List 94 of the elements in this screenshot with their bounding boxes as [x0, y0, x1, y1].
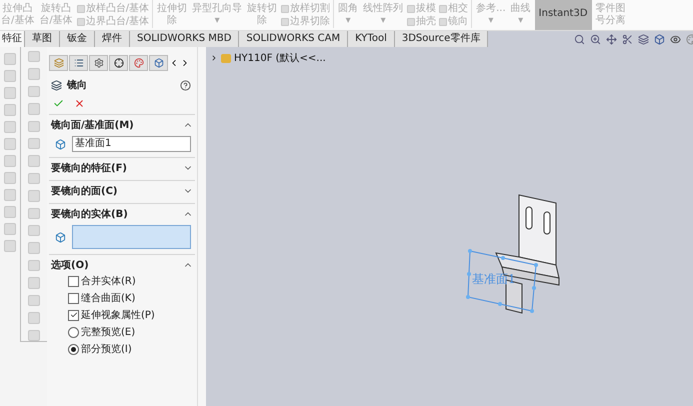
- toolbar-icon[interactable]: [4, 87, 16, 99]
- toolbar-icon[interactable]: [28, 208, 40, 220]
- check-icon: [70, 311, 78, 319]
- radio-button[interactable]: [68, 326, 79, 338]
- toolbar-icon[interactable]: [28, 294, 40, 306]
- toolbar-icon[interactable]: [28, 260, 40, 272]
- palette-icon: [134, 58, 144, 68]
- toolbar-icon[interactable]: [4, 155, 16, 167]
- ribbon-button[interactable]: 拉伸凸 台/基体: [0, 0, 36, 30]
- ribbon-button[interactable]: 边界凸台/基体: [76, 16, 150, 28]
- config-tab[interactable]: [89, 55, 108, 71]
- ribbon-button[interactable]: 抽壳: [407, 16, 436, 28]
- tree-item[interactable]: HY110F (默认<<...: [234, 51, 326, 65]
- checkbox[interactable]: [68, 276, 79, 286]
- expand-icon[interactable]: [210, 54, 218, 62]
- toolbar-icon[interactable]: [4, 138, 16, 150]
- toolbar-icon[interactable]: [4, 121, 16, 133]
- ribbon-button[interactable]: 旋转切 除: [246, 0, 278, 30]
- toolbar-icon[interactable]: [28, 330, 40, 341]
- toolbar-icon[interactable]: [4, 189, 16, 201]
- ribbon-button[interactable]: 相交: [439, 3, 468, 15]
- toolbar-icon[interactable]: [28, 242, 40, 254]
- section-title: 要镜向的特征(F): [51, 162, 127, 175]
- ribbon-button[interactable]: 拔模: [407, 3, 436, 15]
- toolbar-icon[interactable]: [4, 240, 16, 252]
- section-title: 选项(O): [51, 258, 89, 272]
- zoom-area-icon[interactable]: [590, 34, 602, 44]
- toolbar-icon[interactable]: [28, 155, 40, 167]
- checkbox[interactable]: [68, 310, 79, 320]
- toolbar-icon[interactable]: [28, 312, 40, 324]
- ribbon-button[interactable]: 拉伸切 除: [156, 0, 188, 30]
- ribbon-button[interactable]: 线性阵列 ▾: [362, 0, 404, 30]
- part-icon: [221, 54, 231, 62]
- ribbon-button[interactable]: 放样凸台/基体: [76, 3, 150, 15]
- checkbox-option[interactable]: 缝合曲面(K): [51, 289, 193, 306]
- radio-option[interactable]: 完整预览(E): [51, 323, 193, 340]
- gear-icon: [94, 58, 104, 68]
- ribbon-toggle-button[interactable]: Instant3D: [534, 0, 592, 30]
- toolbar-icon[interactable]: [28, 68, 40, 80]
- toolbar-icon[interactable]: [28, 86, 40, 98]
- crosshair-icon: [114, 58, 124, 68]
- toolbar-icon[interactable]: [28, 103, 40, 115]
- toolbar-icon[interactable]: [28, 120, 40, 132]
- toolbar-icon[interactable]: [4, 223, 16, 235]
- plane-outline[interactable]: [466, 249, 538, 313]
- toolbar-icon[interactable]: [4, 172, 16, 184]
- section-title: 要镜向的实体(B): [51, 207, 128, 221]
- layers-icon: [54, 58, 64, 68]
- ribbon-button[interactable]: 零件图 号分离: [594, 0, 627, 30]
- cube-icon: [154, 58, 164, 68]
- input-field[interactable]: 基准面1: [72, 136, 191, 152]
- section-title: 要镜向的面(C): [51, 184, 118, 198]
- ribbon-button[interactable]: 曲线 ▾: [510, 0, 532, 30]
- ok-icon[interactable]: [53, 98, 64, 109]
- ribbon-button[interactable]: 边界切除: [281, 16, 330, 28]
- toolbar-icon[interactable]: [4, 104, 16, 116]
- arrow-icon[interactable]: [606, 34, 618, 44]
- layers-icon[interactable]: [638, 34, 650, 44]
- ribbon-button[interactable]: 圆角 ▾: [337, 0, 360, 30]
- cancel-icon[interactable]: [74, 98, 85, 109]
- checkbox[interactable]: [68, 292, 79, 304]
- toolbar-icon[interactable]: [28, 277, 40, 289]
- toolbar-icon[interactable]: [4, 53, 16, 65]
- toolbar-icon[interactable]: [28, 138, 40, 150]
- help-icon[interactable]: [180, 80, 191, 90]
- checkbox-option[interactable]: 合并实体(R): [51, 272, 193, 289]
- toolbar-icon[interactable]: [28, 225, 40, 236]
- toolbar-icon[interactable]: [28, 172, 40, 184]
- toolbar-icon[interactable]: [28, 51, 40, 62]
- ribbon-button[interactable]: 旋转凸 台/基体: [38, 0, 74, 30]
- checkbox-option[interactable]: 延伸视象属性(P): [51, 306, 193, 323]
- cube-icon[interactable]: [654, 34, 666, 44]
- property-tab[interactable]: [69, 55, 88, 71]
- ribbon-button[interactable]: 参考... ▾: [475, 0, 507, 30]
- section-title: 镜向面/基准面(M): [51, 118, 134, 132]
- plane-icon: [55, 138, 66, 150]
- tab[interactable]: 特征: [0, 31, 25, 47]
- panel-title: 镜向: [67, 78, 88, 92]
- ribbon-button[interactable]: 镜向: [439, 16, 468, 28]
- feature-tree-tab[interactable]: [49, 55, 68, 71]
- radio-button[interactable]: [68, 344, 79, 354]
- crosshair-tab[interactable]: [109, 55, 128, 71]
- selection-box[interactable]: [72, 225, 191, 249]
- appearance-tab[interactable]: [129, 55, 148, 71]
- ribbon-button[interactable]: 放样切割: [281, 3, 330, 15]
- toolbar-icon[interactable]: [4, 206, 16, 218]
- eye-icon[interactable]: [670, 34, 682, 44]
- cube-tab[interactable]: [149, 55, 168, 71]
- zoom-icon[interactable]: [574, 34, 586, 44]
- radio-option[interactable]: 部分预览(I): [51, 340, 193, 357]
- toolbar-icon[interactable]: [4, 70, 16, 82]
- toolbar-icon[interactable]: [28, 190, 40, 202]
- ribbon-button[interactable]: 异型孔向导 ▾: [191, 0, 244, 30]
- body-icon: [55, 232, 66, 242]
